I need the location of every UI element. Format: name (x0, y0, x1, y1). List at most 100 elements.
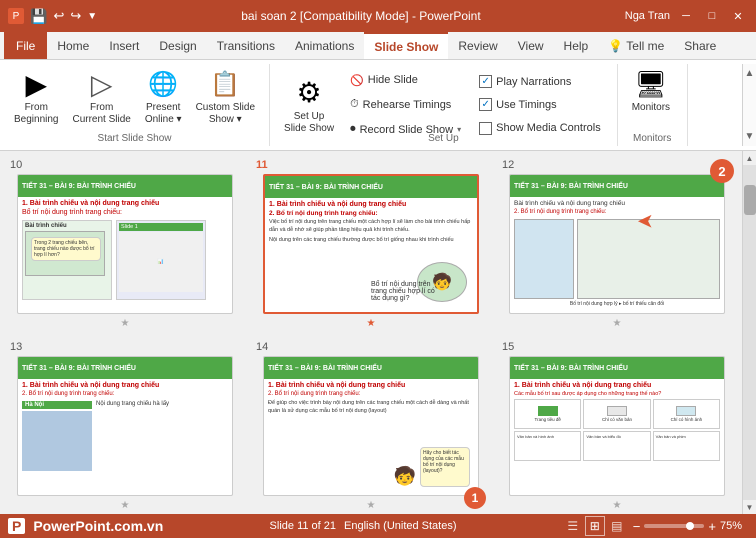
slide-header-15: TIẾT 31 – BÀI 9: BÀI TRÌNH CHIẾU (510, 357, 724, 379)
view-buttons: ☰ ⊞ ▤ (563, 516, 627, 536)
tab-design[interactable]: Design (149, 32, 206, 59)
group-setup: ⚙ Set UpSlide Show 🚫 Hide Slide ⏱ Rehear… (270, 64, 618, 146)
zoom-in-button[interactable]: + (708, 519, 716, 534)
redo-icon[interactable]: ↪ (70, 8, 81, 24)
custom-slideshow-button[interactable]: 📋 Custom SlideShow ▾ (190, 66, 261, 128)
present-online-icon: 🌐 (147, 68, 179, 100)
reading-view-button[interactable]: ▤ (607, 516, 627, 536)
slide-thumb-14[interactable]: 14 TIẾT 31 – BÀI 9: BÀI TRÌNH CHIẾU 1. B… (254, 341, 488, 511)
minimize-button[interactable]: ─ (676, 6, 696, 26)
setup-slideshow-icon: ⚙ (296, 76, 321, 109)
slide-char-14: 🧒 (394, 466, 416, 487)
powerpoint-logo: P (8, 518, 25, 534)
slide-header-text-12: TIẾT 31 – BÀI 9: BÀI TRÌNH CHIẾU (514, 183, 628, 190)
tab-insert[interactable]: Insert (99, 32, 149, 59)
from-current-icon: ▷ (86, 68, 118, 100)
zoom-level: 75% (720, 520, 748, 532)
ribbon-scroll-up[interactable]: ▲ (743, 68, 756, 79)
right-scrollbar[interactable]: ▲ ▼ (742, 151, 756, 514)
use-timings-label: Use Timings (496, 99, 557, 111)
tab-home[interactable]: Home (47, 32, 99, 59)
language: English (United States) (344, 520, 457, 532)
undo-icon[interactable]: ↩ (53, 8, 64, 24)
title-bar-right: Nga Tran ─ □ ✕ (625, 6, 748, 26)
slide-image-15[interactable]: TIẾT 31 – BÀI 9: BÀI TRÌNH CHIẾU 1. Bài … (509, 356, 725, 496)
slide-image-14[interactable]: TIẾT 31 – BÀI 9: BÀI TRÌNH CHIẾU 1. Bài … (263, 356, 479, 496)
tab-file[interactable]: File (4, 32, 47, 59)
title-bar-left: P 💾 ↩ ↪ ▼ (8, 8, 97, 25)
slide-number-10: 10 (8, 159, 22, 171)
ribbon-scroll-down[interactable]: ▼ (743, 131, 756, 142)
maximize-button[interactable]: □ (702, 6, 722, 26)
zoom-out-button[interactable]: − (633, 519, 641, 534)
play-narrations-checkbox[interactable]: Play Narrations (479, 75, 601, 88)
monitors-group-label: Monitors (618, 133, 687, 144)
ribbon-scroll[interactable]: ▲ ▼ (742, 64, 756, 146)
quick-access-icon[interactable]: ▼ (87, 11, 97, 22)
tab-review[interactable]: Review (448, 32, 507, 59)
from-beginning-label: FromBeginning (14, 102, 58, 126)
slide-thumb-15[interactable]: 15 TIẾT 31 – BÀI 9: BÀI TRÌNH CHIẾU 1. B… (500, 341, 734, 511)
zoom-slider-thumb[interactable] (686, 522, 694, 530)
slide-header-text-11: TIẾT 31 – BÀI 9: BÀI TRÌNH CHIẾU (269, 184, 383, 191)
slide-subtitle-11: 2. Bổ trí nội dung trình trang chiếu: (269, 210, 473, 217)
play-narrations-check (479, 75, 492, 88)
tab-transitions[interactable]: Transitions (207, 32, 285, 59)
slide-thumb-12[interactable]: 12 2 ➤ TIẾT 31 – BÀI 9: BÀI TRÌNH CHIẾU … (500, 159, 734, 329)
slide-header-text-14: TIẾT 31 – BÀI 9: BÀI TRÌNH CHIẾU (268, 365, 382, 372)
title-bar: P 💾 ↩ ↪ ▼ bai soan 2 [Compatibility Mode… (0, 0, 756, 32)
slide-caption-12: Bố trí nội dung hợp lý ▸ bố trí thiếu câ… (514, 301, 720, 307)
annotation-arrow: ➤ (637, 209, 654, 234)
slide-hanoi-tag: Hà Nội (22, 401, 92, 409)
slide-right-panel-10: Slide 1 📊 (116, 220, 206, 300)
save-icon[interactable]: 💾 (30, 8, 47, 25)
zoom-control: − + 75% (633, 519, 748, 534)
normal-view-button[interactable]: ☰ (563, 516, 583, 536)
slide-thumb-11[interactable]: 11 TIẾT 31 – BÀI 9: BÀI TRÌNH CHIẾU 1. B… (254, 159, 488, 329)
tab-share[interactable]: Share (674, 32, 726, 59)
slide-image-12[interactable]: TIẾT 31 – BÀI 9: BÀI TRÌNH CHIẾU Bài trì… (509, 174, 725, 314)
slide-subtitle-15: Các mẫu bố trí sau được áp dụng cho nhữn… (514, 391, 720, 397)
slide-number-13: 13 (8, 341, 22, 353)
scroll-down-button[interactable]: ▼ (743, 500, 756, 514)
tab-slideshow[interactable]: Slide Show (364, 32, 448, 59)
slide-title-10: 1. Bài trình chiếu và nội dung trang chi… (22, 200, 228, 207)
zoom-slider[interactable] (644, 524, 704, 528)
use-timings-checkbox[interactable]: Use Timings (479, 98, 601, 111)
from-current-label: FromCurrent Slide (72, 102, 130, 126)
use-timings-check (479, 98, 492, 111)
slide-info: Slide 11 of 21 (270, 520, 336, 532)
from-beginning-button[interactable]: ▶ FromBeginning (8, 66, 64, 128)
present-online-button[interactable]: 🌐 PresentOnline ▾ (139, 66, 188, 128)
slide-image-11[interactable]: TIẾT 31 – BÀI 9: BÀI TRÌNH CHIẾU 1. Bài … (263, 174, 479, 314)
slide-image-13[interactable]: TIẾT 31 – BÀI 9: BÀI TRÌNH CHIẾU 1. Bài … (17, 356, 233, 496)
slide-number-14: 14 (254, 341, 268, 353)
slide-header-text-13: TIẾT 31 – BÀI 9: BÀI TRÌNH CHIẾU (22, 365, 136, 372)
monitors-button[interactable]: 🖥 Monitors (626, 66, 676, 116)
scroll-up-button[interactable]: ▲ (743, 151, 756, 165)
hide-slide-button[interactable]: 🚫 Hide Slide (346, 72, 465, 89)
slide-thumb-13[interactable]: 13 TIẾT 31 – BÀI 9: BÀI TRÌNH CHIẾU 1. B… (8, 341, 242, 511)
slide-text-13: Nội dung trang chiếu hà lấy (96, 401, 228, 471)
custom-slideshow-label: Custom SlideShow ▾ (196, 102, 255, 126)
tab-view[interactable]: View (508, 32, 554, 59)
present-online-label: PresentOnline ▾ (145, 102, 182, 126)
tab-animations[interactable]: Animations (285, 32, 364, 59)
slide-body-15: 1. Bài trình chiếu và nội dung trang chi… (510, 379, 724, 464)
tab-tellme[interactable]: 💡 Tell me (598, 32, 674, 59)
layout-5: Văn bản và biểu đồ (583, 431, 650, 461)
rehearse-timings-button[interactable]: ⏱ Rehearse Timings (346, 96, 465, 113)
slide-sorter-button[interactable]: ⊞ (585, 516, 605, 536)
from-current-button[interactable]: ▷ FromCurrent Slide (66, 66, 136, 128)
slide-star-12: ★ (613, 318, 622, 329)
slide-star-11: ★ (367, 318, 376, 329)
scroll-track (743, 165, 756, 500)
slide-left-panel-10: Bài trình chiếu Trong 2 trang chiếu bên,… (22, 220, 112, 300)
tab-help[interactable]: Help (554, 32, 599, 59)
scroll-thumb[interactable] (744, 185, 756, 215)
slide-image-10[interactable]: TIẾT 31 – BÀI 9: BÀI TRÌNH CHIẾU 1. Bài … (17, 174, 233, 314)
slide-thumb-10[interactable]: 10 TIẾT 31 – BÀI 9: BÀI TRÌNH CHIẾU 1. B… (8, 159, 242, 329)
status-bar: P PowerPoint.com.vn Slide 11 of 21 Engli… (0, 514, 756, 538)
close-button[interactable]: ✕ (728, 6, 748, 26)
slide-star-13: ★ (121, 500, 130, 511)
